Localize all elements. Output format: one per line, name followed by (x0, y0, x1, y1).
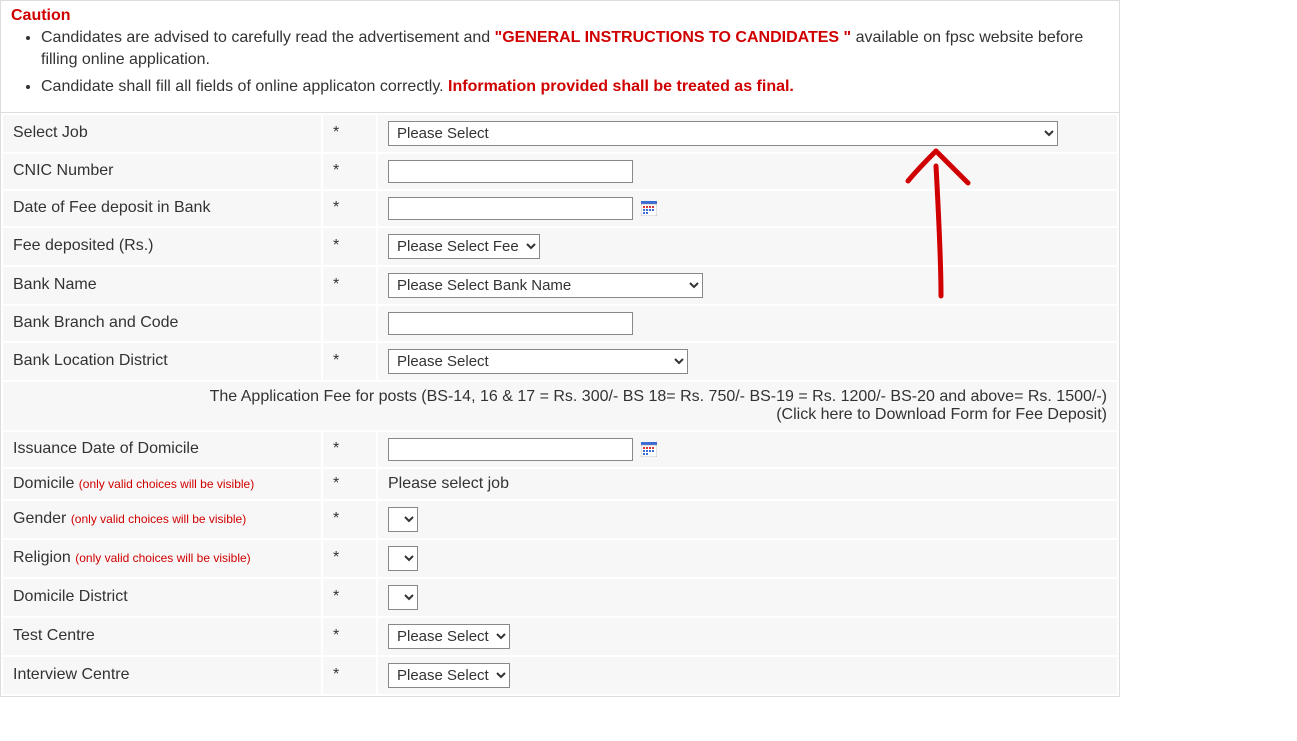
caution-text: Candidate shall fill all fields of onlin… (41, 78, 448, 95)
label-text: Religion (13, 549, 75, 566)
row-religion: Religion (only valid choices will be vis… (2, 539, 1118, 578)
fee-note-link[interactable]: (Click here to Download Form for Fee Dep… (13, 406, 1107, 424)
row-domicile-date: Issuance Date of Domicile * (2, 431, 1118, 468)
label-text: Domicile (13, 475, 79, 492)
star: * (322, 431, 377, 468)
star: * (322, 153, 377, 190)
label-note: (only valid choices will be visible) (79, 477, 254, 491)
label-select-job: Select Job (2, 114, 322, 153)
label-interview-centre: Interview Centre (2, 656, 322, 695)
label-fee-amount: Fee deposited (Rs.) (2, 227, 322, 266)
caution-list: Candidates are advised to carefully read… (11, 27, 1109, 98)
row-cnic: CNIC Number * (2, 153, 1118, 190)
star: * (322, 539, 377, 578)
caution-item-2: Candidate shall fill all fields of onlin… (41, 76, 1109, 98)
religion-dropdown[interactable] (388, 546, 418, 571)
label-bank-name: Bank Name (2, 266, 322, 305)
label-note: (only valid choices will be visible) (75, 551, 250, 565)
caution-text: Candidates are advised to carefully read… (41, 29, 495, 46)
caution-title: Caution (11, 7, 1109, 25)
label-test-centre: Test Centre (2, 617, 322, 656)
test-centre-dropdown[interactable]: Please Select (388, 624, 510, 649)
label-domicile: Domicile (only valid choices will be vis… (2, 468, 322, 500)
calendar-icon[interactable] (641, 442, 657, 457)
label-fee-date: Date of Fee deposit in Bank (2, 190, 322, 227)
gender-dropdown[interactable] (388, 507, 418, 532)
star (322, 305, 377, 342)
row-domicile-district: Domicile District * (2, 578, 1118, 617)
fee-amount-dropdown[interactable]: Please Select Fee (388, 234, 540, 259)
row-bank-name: Bank Name * Please Select Bank Name (2, 266, 1118, 305)
star: * (322, 617, 377, 656)
label-bank-branch: Bank Branch and Code (2, 305, 322, 342)
select-job-dropdown[interactable]: Please Select (388, 121, 1058, 146)
star: * (322, 114, 377, 153)
star: * (322, 656, 377, 695)
label-text: Gender (13, 510, 71, 527)
label-cnic: CNIC Number (2, 153, 322, 190)
label-religion: Religion (only valid choices will be vis… (2, 539, 322, 578)
interview-centre-dropdown[interactable]: Please Select (388, 663, 510, 688)
star: * (322, 342, 377, 381)
domicile-district-dropdown[interactable] (388, 585, 418, 610)
row-fee-date: Date of Fee deposit in Bank * (2, 190, 1118, 227)
caution-strong: "GENERAL INSTRUCTIONS TO CANDIDATES " (495, 29, 852, 46)
fee-date-input[interactable] (388, 197, 633, 220)
row-fee-note: The Application Fee for posts (BS-14, 16… (2, 381, 1118, 431)
star: * (322, 190, 377, 227)
bank-loc-dropdown[interactable]: Please Select (388, 349, 688, 374)
form-table: Select Job * Please Select CNIC Number *… (1, 113, 1119, 696)
fee-note-text: The Application Fee for posts (BS-14, 16… (13, 388, 1107, 406)
row-select-job: Select Job * Please Select (2, 114, 1118, 153)
row-interview-centre: Interview Centre * Please Select (2, 656, 1118, 695)
bank-branch-input[interactable] (388, 312, 633, 335)
star: * (322, 578, 377, 617)
domicile-text: Please select job (377, 468, 1118, 500)
label-note: (only valid choices will be visible) (71, 512, 246, 526)
label-domicile-district: Domicile District (2, 578, 322, 617)
caution-box: Caution Candidates are advised to carefu… (1, 1, 1119, 113)
star: * (322, 468, 377, 500)
bank-name-dropdown[interactable]: Please Select Bank Name (388, 273, 703, 298)
caution-strong: Information provided shall be treated as… (448, 78, 794, 95)
row-test-centre: Test Centre * Please Select (2, 617, 1118, 656)
star: * (322, 227, 377, 266)
caution-item-1: Candidates are advised to carefully read… (41, 27, 1109, 70)
cnic-input[interactable] (388, 160, 633, 183)
row-fee-amount: Fee deposited (Rs.) * Please Select Fee (2, 227, 1118, 266)
label-domicile-date: Issuance Date of Domicile (2, 431, 322, 468)
domicile-date-input[interactable] (388, 438, 633, 461)
form-container: Caution Candidates are advised to carefu… (0, 0, 1120, 697)
label-bank-loc: Bank Location District (2, 342, 322, 381)
row-domicile: Domicile (only valid choices will be vis… (2, 468, 1118, 500)
calendar-icon[interactable] (641, 201, 657, 216)
star: * (322, 266, 377, 305)
fee-note: The Application Fee for posts (BS-14, 16… (2, 381, 1118, 431)
row-gender: Gender (only valid choices will be visib… (2, 500, 1118, 539)
row-bank-loc: Bank Location District * Please Select (2, 342, 1118, 381)
star: * (322, 500, 377, 539)
label-gender: Gender (only valid choices will be visib… (2, 500, 322, 539)
row-bank-branch: Bank Branch and Code (2, 305, 1118, 342)
